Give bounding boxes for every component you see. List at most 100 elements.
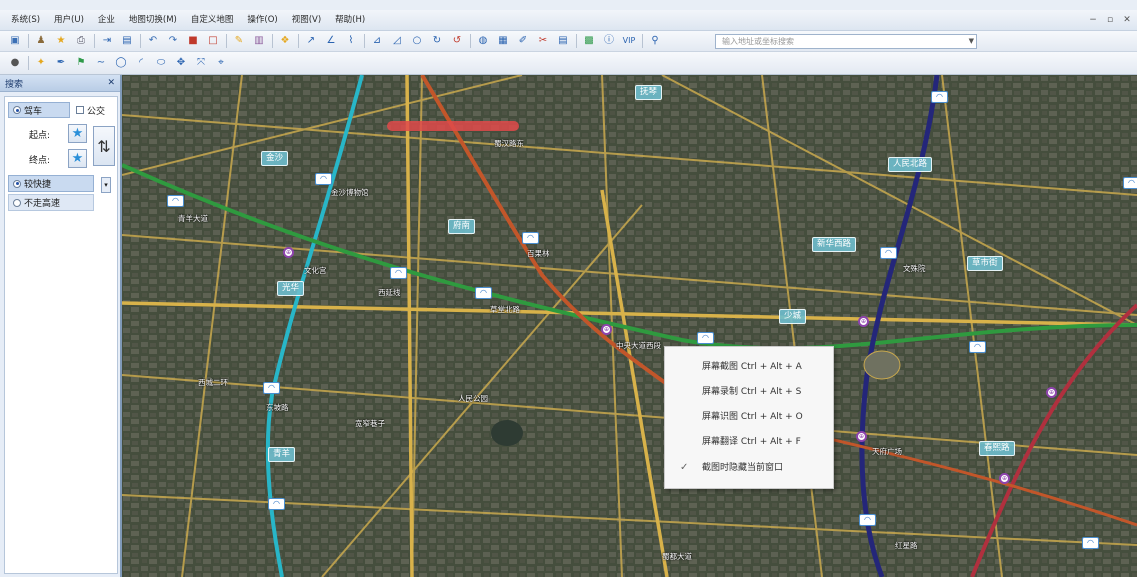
poi-marker-icon[interactable]: ◠ (880, 247, 897, 259)
poi-marker-icon[interactable]: ◠ (1082, 537, 1099, 549)
metro-station-icon[interactable]: ⊕ (858, 316, 869, 327)
book-icon[interactable]: ▥ (252, 34, 266, 48)
poi-marker-icon[interactable]: ◠ (390, 267, 407, 279)
draw-line-icon[interactable]: ↗ (304, 34, 318, 48)
pan-icon[interactable]: ✥ (174, 56, 188, 70)
star-icon[interactable]: ★ (54, 34, 68, 48)
star-icon: ★ (71, 126, 84, 141)
pick-start-button[interactable]: ★ (68, 124, 87, 143)
menu-company[interactable]: 企业 (91, 10, 122, 31)
option-shortest-radio[interactable]: 较快捷 (13, 177, 51, 190)
poi-marker-icon[interactable]: ◠ (931, 91, 948, 103)
zoom-fit-icon[interactable]: ⌖ (214, 56, 228, 70)
menu-item-label: 屏幕录制 Ctrl + Alt + S (702, 387, 802, 397)
refresh-icon[interactable]: ↺ (450, 34, 464, 48)
map-search-input[interactable]: 输入地址或坐标搜索 ▼ (715, 34, 977, 49)
options-scroll-button[interactable]: ▾ (101, 177, 111, 193)
mode-transit-tab[interactable]: 公交 (73, 102, 115, 118)
area-icon[interactable]: ◿ (390, 34, 404, 48)
save-icon[interactable]: ▣ (8, 34, 22, 48)
poi-marker-icon[interactable]: ◠ (969, 341, 986, 353)
ellipse-icon[interactable]: ⬭ (154, 56, 168, 70)
import-icon[interactable]: ⇥ (100, 34, 114, 48)
globe-icon[interactable]: ◍ (476, 34, 490, 48)
marker-icon[interactable]: ✒ (54, 56, 68, 70)
grid-icon[interactable]: ▦ (496, 34, 510, 48)
vip-icon[interactable]: VIP (622, 34, 636, 48)
flag-icon[interactable]: ⚑ (74, 56, 88, 70)
poi-marker-icon[interactable]: ◠ (475, 287, 492, 299)
menu-map-switch[interactable]: 地图切换(M) (122, 10, 184, 31)
swap-route-button[interactable]: ⇅ (93, 126, 115, 166)
poi-marker-icon[interactable]: ◠ (167, 195, 184, 207)
draw-polyline-icon[interactable]: ⌇ (344, 34, 358, 48)
export-icon[interactable]: ▤ (120, 34, 134, 48)
record-icon[interactable]: ● (8, 56, 22, 70)
pen-icon[interactable]: ✐ (516, 34, 530, 48)
option-no-highway[interactable]: 不走高速 (8, 194, 94, 211)
menu-item-screen-ocr[interactable]: 屏幕识图 Ctrl + Alt + O (665, 405, 835, 429)
metro-station-icon[interactable]: ⊕ (999, 473, 1010, 484)
area-label: 人民北路 (888, 157, 933, 172)
full-extent-icon[interactable]: ⤧ (194, 56, 208, 70)
menu-item-screen-translate[interactable]: 屏幕翻译 Ctrl + Alt + F (665, 430, 835, 454)
road-label: 蜀汉路东 (494, 139, 524, 148)
menu-custom-map[interactable]: 自定义地图 (184, 10, 241, 31)
search-icon[interactable]: ⚲ (648, 34, 662, 48)
mode-drive-radio[interactable]: 驾车 (13, 104, 42, 117)
menu-item-hide-window[interactable]: ✓ 截图时隐藏当前窗口 (665, 456, 835, 480)
metro-station-icon[interactable]: ⊕ (856, 431, 867, 442)
area-label: 抚琴 (635, 85, 663, 100)
option-no-highway-radio[interactable]: 不走高速 (13, 196, 60, 209)
rotate-icon[interactable]: ↻ (430, 34, 444, 48)
menu-operation[interactable]: 操作(O) (240, 10, 284, 31)
mode-transit-radio[interactable]: 公交 (76, 104, 105, 117)
draw-angle-icon[interactable]: ∠ (324, 34, 338, 48)
poi-marker-icon[interactable]: ◠ (315, 173, 332, 185)
road-label: 蜀都大道 (662, 552, 692, 561)
menu-user[interactable]: 用户(U) (47, 10, 91, 31)
info-icon[interactable]: ⓘ (602, 34, 616, 48)
arc-icon[interactable]: ◜ (134, 56, 148, 70)
lock-icon[interactable]: ■ (186, 34, 200, 48)
close-icon[interactable]: ✕ (107, 78, 115, 88)
print-icon[interactable]: ⎙ (74, 34, 88, 48)
poi-marker-icon[interactable]: ◠ (522, 232, 539, 244)
mode-drive-tab[interactable]: 驾车 (8, 102, 70, 118)
curve-icon[interactable]: ∼ (94, 56, 108, 70)
note-icon[interactable]: ✎ (232, 34, 246, 48)
menu-system[interactable]: 系统(S) (4, 10, 47, 31)
chevron-down-icon[interactable]: ▼ (969, 35, 974, 48)
poi-marker-icon[interactable]: ◠ (697, 332, 714, 344)
poi-marker-icon[interactable]: ◠ (1123, 177, 1137, 189)
table-icon[interactable]: ▤ (556, 34, 570, 48)
toolbar-separator (576, 34, 577, 48)
restore-icon[interactable]: ▫ (1103, 10, 1117, 31)
redo-icon[interactable]: ↷ (166, 34, 180, 48)
option-shortest[interactable]: 较快捷 (8, 175, 94, 192)
menu-view[interactable]: 视图(V) (285, 10, 328, 31)
poi-marker-icon[interactable]: ◠ (268, 498, 285, 510)
circle-icon[interactable]: ◯ (114, 56, 128, 70)
circle-tool-icon[interactable]: ○ (410, 34, 424, 48)
metro-station-icon[interactable]: ⊕ (1046, 387, 1057, 398)
menu-item-screen-record[interactable]: 屏幕录制 Ctrl + Alt + S (665, 380, 835, 404)
menu-item-screenshot[interactable]: 屏幕截图 Ctrl + Alt + A (665, 355, 835, 379)
satellite-map[interactable]: 抚琴 金沙 府南 新华西路 人民北路 草市街 光华 少城 春熙路 青羊 蜀汉路东… (122, 75, 1137, 577)
pin-icon[interactable]: ✦ (34, 56, 48, 70)
measure-icon[interactable]: ⊿ (370, 34, 384, 48)
poi-marker-icon[interactable]: ◠ (263, 382, 280, 394)
rectangle-icon[interactable]: □ (206, 34, 220, 48)
map-layer-icon[interactable]: ▩ (582, 34, 596, 48)
user-icon[interactable]: ♟ (34, 34, 48, 48)
undo-icon[interactable]: ↶ (146, 34, 160, 48)
metro-station-icon[interactable]: ⊕ (283, 247, 294, 258)
layers-icon[interactable]: ❖ (278, 34, 292, 48)
minimize-icon[interactable]: − (1086, 10, 1100, 31)
close-window-icon[interactable]: ✕ (1120, 10, 1134, 31)
poi-marker-icon[interactable]: ◠ (859, 514, 876, 526)
metro-station-icon[interactable]: ⊕ (601, 324, 612, 335)
scissors-icon[interactable]: ✂ (536, 34, 550, 48)
pick-end-button[interactable]: ★ (68, 149, 87, 168)
menu-help[interactable]: 帮助(H) (328, 10, 372, 31)
